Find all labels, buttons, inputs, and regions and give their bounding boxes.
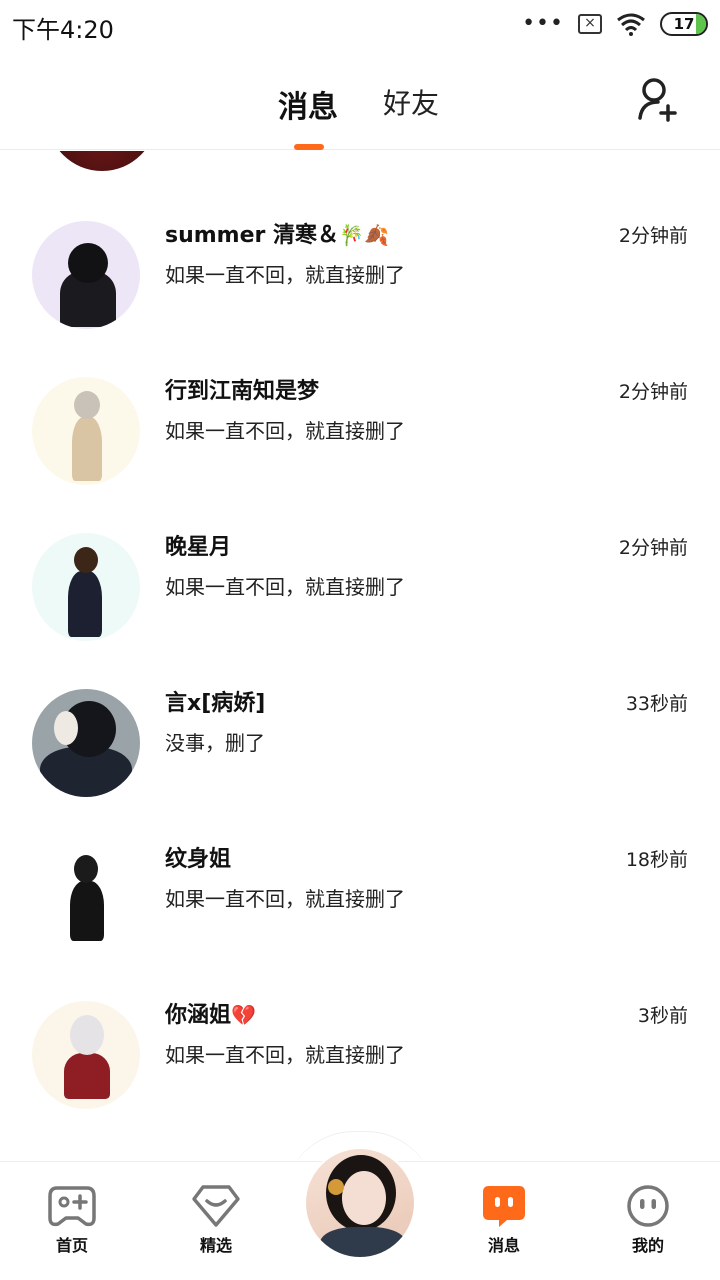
battery-level: 17 [673,15,695,33]
contact-name-text: summer 清寒＆ [165,223,340,248]
nav-home[interactable]: 首页 [32,1184,112,1256]
message-time: 2分钟前 [618,537,688,559]
wifi-icon [617,13,645,36]
contact-name-text: 你涵姐 [165,1003,232,1028]
avatar-figure [64,1053,110,1099]
avatar-ornament [328,1179,344,1195]
last-message: 如果一直不回，就直接删了 [165,263,405,287]
contact-name: 你涵姐💔 [165,997,256,1029]
avatar [32,1001,140,1109]
message-time: 2分钟前 [618,381,688,403]
avatar [47,151,157,171]
battery-indicator: 17 [660,12,708,36]
avatar-figure [72,417,102,481]
avatar-figure [70,1015,104,1055]
avatar [32,845,140,953]
name-emoji: 💔 [231,1003,256,1027]
last-message: 如果一直不回，就直接删了 [165,1043,405,1067]
gamepad-icon [48,1186,96,1227]
contact-name: 言x[病娇] [165,691,266,716]
avatar-figure [342,1171,386,1225]
avatar-figure [320,1227,406,1257]
nav-home-label: 首页 [55,1236,88,1255]
battery-fill [696,14,706,34]
avatar [32,689,140,797]
avatar [32,533,140,641]
last-message: 如果一直不回，就直接删了 [165,575,405,599]
message-time: 3秒前 [637,1005,688,1027]
conversation-row[interactable]: 你涵姐💔 如果一直不回，就直接删了 3秒前 [0,987,720,1143]
conversation-row[interactable]: 言x[病娇] 没事，删了 33秒前 [0,675,720,831]
conversation-list[interactable]: summer 清寒＆🎋🍂 如果一直不回，就直接删了 2分钟前 行到江南知是梦 如… [0,151,720,1161]
contact-name: summer 清寒＆🎋🍂 [165,217,389,249]
last-message: 没事，删了 [165,731,265,755]
message-time: 2分钟前 [618,225,688,247]
contact-name: 纹身姐 [165,847,232,872]
message-time: 33秒前 [625,693,688,715]
name-emoji: 🎋🍂 [339,223,389,247]
contact-name: 晚星月 [165,535,232,560]
avatar-mask [54,711,78,745]
last-message: 如果一直不回，就直接删了 [165,887,405,911]
nav-me[interactable]: 我的 [608,1184,688,1256]
no-sim-icon: × [578,14,602,34]
chat-bubble-icon [483,1186,525,1227]
conversation-row[interactable]: 晚星月 如果一直不回，就直接删了 2分钟前 [0,519,720,675]
conversation-row[interactable]: 纹身姐 如果一直不回，就直接删了 18秒前 [0,831,720,987]
last-message: 如果一直不回，就直接删了 [165,419,405,443]
status-bar: 下午4:20 ••• × 17 [0,0,720,52]
message-time: 18秒前 [625,849,688,871]
nav-messages[interactable]: 消息 [464,1184,544,1256]
face-icon [627,1185,669,1227]
add-friend-icon[interactable] [636,76,680,122]
nav-messages-label: 消息 [487,1236,520,1255]
top-tab-bar: 消息 好友 [0,52,720,150]
nav-featured[interactable]: 精选 [176,1184,256,1256]
status-time: 下午4:20 [12,16,114,44]
tab-friends[interactable]: 好友 [383,82,439,122]
avatar-figure [68,243,108,283]
active-tab-indicator [294,144,324,150]
status-icons: ••• × 17 [522,12,708,36]
nav-featured-label: 精选 [199,1236,232,1255]
avatar-figure [70,881,104,941]
avatar-figure [74,391,100,419]
tab-messages[interactable]: 消息 [278,82,338,126]
avatar [32,377,140,485]
avatar-figure [74,547,98,573]
nav-me-label: 我的 [631,1236,664,1255]
heart-badge-icon [192,1185,240,1227]
center-avatar-button[interactable] [304,1147,416,1259]
contact-name: 行到江南知是梦 [165,379,320,404]
conversation-row[interactable]: 行到江南知是梦 如果一直不回，就直接删了 2分钟前 [0,363,720,519]
avatar [32,221,140,329]
conversation-row[interactable]: summer 清寒＆🎋🍂 如果一直不回，就直接删了 2分钟前 [0,207,720,363]
more-dots-icon: ••• [522,11,564,36]
avatar-figure [68,571,102,637]
avatar-figure [74,855,98,883]
